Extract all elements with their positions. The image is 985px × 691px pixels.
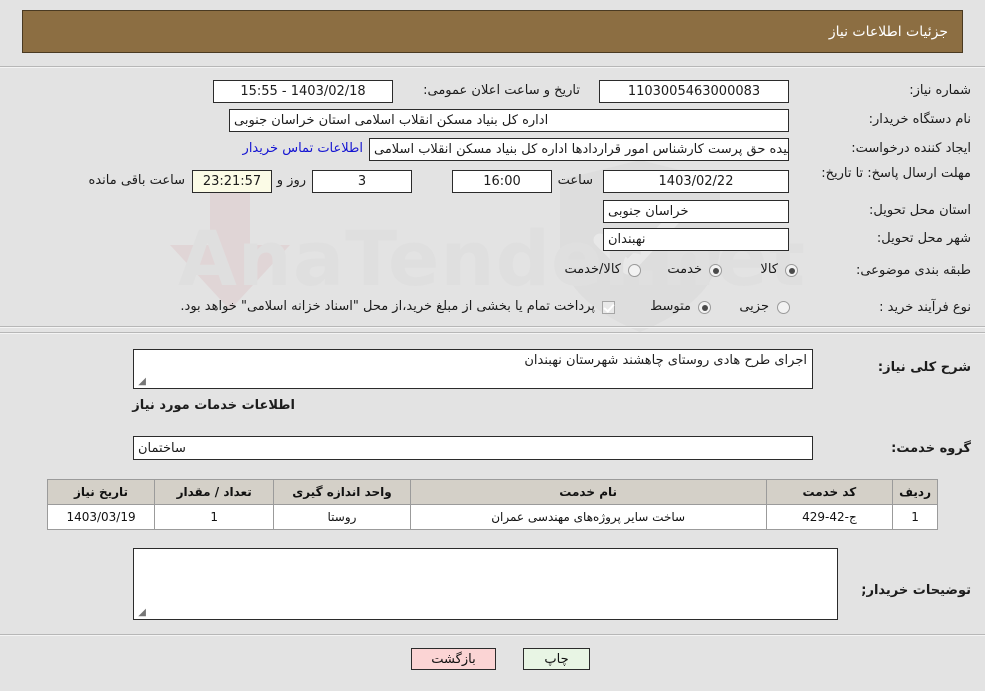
description-label: شرح کلی نیاز: [877, 360, 971, 375]
treasury-bonds-note: پرداخت تمام یا بخشی از مبلغ خرید،از محل … [180, 299, 595, 314]
cell-unit: روستا [273, 504, 411, 530]
process-option-label-1: متوسط [650, 299, 691, 314]
treasury-bonds-checkbox[interactable] [602, 301, 615, 314]
cell-row: 1 [892, 504, 938, 530]
process-radio-jozii[interactable] [777, 301, 790, 314]
buyer-contact-link[interactable]: اطلاعات تماس خریدار [243, 141, 363, 156]
process-radio-motavasset[interactable] [698, 301, 711, 314]
divider-middle-2 [0, 332, 985, 334]
service-group-value: ساختمان [133, 436, 813, 460]
cell-code: ج-42-429 [765, 504, 894, 530]
category-label: طبقه بندی موضوعی: [855, 263, 971, 278]
process-label: نوع فرآیند خرید : [879, 300, 971, 315]
need-number-label: شماره نیاز: [909, 83, 971, 98]
province-label: استان محل تحویل: [869, 203, 971, 218]
deadline-hour-label: ساعت [557, 173, 593, 188]
page-root: AnaTender.net جزئیات اطلاعات نیاز شماره … [0, 0, 985, 691]
category-option-label-0: کالا [760, 262, 778, 277]
table-header-row: ردیف کد خدمت نام خدمت واحد اندازه گیری ت… [46, 479, 938, 505]
deadline-date-value: 1403/02/22 [603, 170, 789, 193]
city-value: نهبندان [603, 228, 789, 251]
column-header-quantity: تعداد / مقدار [154, 479, 275, 505]
category-option-label-1: خدمت [667, 262, 702, 277]
deadline-label: مهلت ارسال پاسخ: تا تاریخ: [821, 166, 971, 181]
buyer-notes-label: توضیحات خریدار; [861, 583, 971, 598]
remaining-days-value: 3 [312, 170, 412, 193]
cell-name: ساخت سایر پروژه‌های مهندسی عمران [409, 504, 767, 530]
buyer-org-value: اداره کل بنیاد مسکن انقلاب اسلامی استان … [229, 109, 789, 132]
need-number-value: 1103005463000083 [599, 80, 789, 103]
service-group-label: گروه خدمت: [891, 441, 971, 456]
column-header-name: نام خدمت [409, 479, 767, 505]
remaining-time-suffix: ساعت باقی مانده [88, 173, 185, 188]
request-creator-value: حمیده حق پرست کارشناس امور قراردادها ادا… [369, 138, 789, 161]
divider-bottom [0, 634, 985, 636]
print-button[interactable]: چاپ [523, 648, 590, 670]
buyer-notes-textarea[interactable]: ◢ [133, 548, 838, 620]
window-title-bar: جزئیات اطلاعات نیاز [22, 10, 963, 53]
remaining-time-countdown: 23:21:57 [192, 170, 272, 193]
column-header-need-date: تاریخ نیاز [46, 479, 156, 505]
remaining-days-suffix: روز و [276, 173, 306, 188]
category-radio-khedmat[interactable] [709, 264, 722, 277]
province-value: خراسان جنوبی [603, 200, 789, 223]
process-option-label-0: جزیی [739, 299, 769, 314]
city-label: شهر محل تحویل: [876, 231, 971, 246]
page-title: جزئیات اطلاعات نیاز [828, 23, 948, 40]
cell-quantity: 1 [154, 504, 275, 530]
column-header-code: کد خدمت [765, 479, 894, 505]
deadline-hour-value: 16:00 [452, 170, 552, 193]
category-option-label-2: کالا/خدمت [564, 262, 621, 277]
cell-need-date: 1403/03/19 [46, 504, 156, 530]
resize-grip-icon-2[interactable]: ◢ [136, 608, 146, 618]
table-row: 1 ج-42-429 ساخت سایر پروژه‌های مهندسی عم… [46, 504, 938, 530]
divider-top [0, 66, 985, 68]
description-value: اجرای طرح هادی روستای چاهشند شهرستان نهب… [524, 353, 807, 368]
resize-grip-icon[interactable]: ◢ [136, 377, 146, 387]
services-section-title: اطلاعات خدمات مورد نیاز [132, 398, 295, 413]
column-header-unit: واحد اندازه گیری [273, 479, 411, 505]
request-creator-label: ایجاد کننده درخواست: [851, 141, 971, 156]
public-announce-label: تاریخ و ساعت اعلان عمومی: [423, 83, 580, 98]
category-radio-kala-khedmat[interactable] [628, 264, 641, 277]
column-header-row: ردیف [892, 479, 938, 505]
divider-middle [0, 326, 985, 328]
description-textarea[interactable]: اجرای طرح هادی روستای چاهشند شهرستان نهب… [133, 349, 813, 389]
public-announce-value: 1403/02/18 - 15:55 [213, 80, 393, 103]
back-button[interactable]: بازگشت [411, 648, 496, 670]
services-table: ردیف کد خدمت نام خدمت واحد اندازه گیری ت… [46, 479, 938, 530]
buyer-org-label: نام دستگاه خریدار: [868, 112, 971, 127]
category-radio-kala[interactable] [785, 264, 798, 277]
